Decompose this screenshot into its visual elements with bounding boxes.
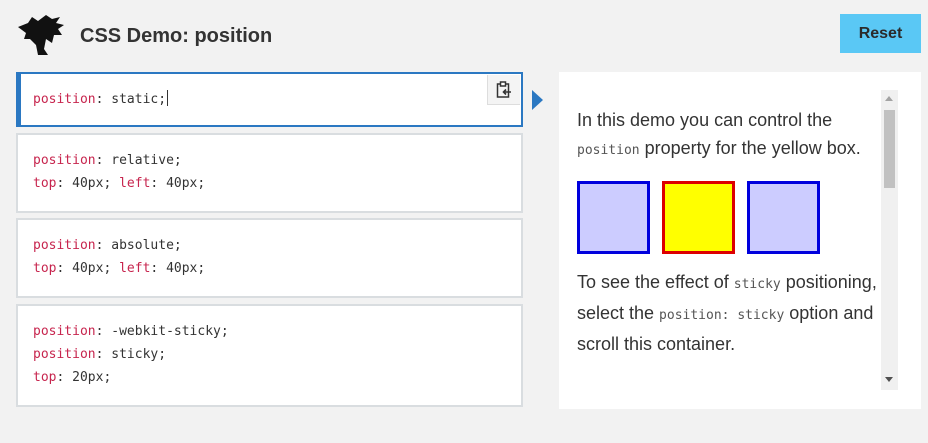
- code-line: position: absolute;: [33, 238, 182, 253]
- code-line: top: 40px; left: 40px;: [33, 261, 206, 276]
- code-line: top: 20px;: [33, 370, 112, 385]
- property-name: position: [33, 92, 96, 107]
- output-content: In this demo you can control the positio…: [577, 106, 877, 358]
- option-relative[interactable]: position: relative; top: 40px; left: 40p…: [16, 133, 523, 213]
- option-absolute[interactable]: position: absolute; top: 40px; left: 40p…: [16, 218, 523, 298]
- property-value: static;: [111, 92, 167, 107]
- selected-arrow-icon: [532, 90, 543, 110]
- clipboard-icon: [496, 80, 511, 98]
- code-line: top: 40px; left: 40px;: [33, 176, 206, 191]
- demo-boxes: [577, 181, 877, 254]
- sticky-paragraph: To see the effect of sticky positioning,…: [577, 272, 877, 354]
- option-static[interactable]: position: static;: [16, 72, 523, 127]
- dinosaur-logo-icon: [18, 15, 64, 55]
- code-line: position: static;: [33, 90, 169, 107]
- demo-box: [577, 181, 650, 254]
- intro-paragraph: In this demo you can control the positio…: [577, 110, 861, 158]
- header: CSS Demo: position Reset: [0, 0, 928, 72]
- text-caret: [167, 90, 169, 106]
- output-scrollbar[interactable]: [881, 90, 898, 390]
- code-line: position: relative;: [33, 153, 182, 168]
- reset-button[interactable]: Reset: [840, 14, 921, 53]
- code-line: position: sticky;: [33, 347, 167, 362]
- scroll-up-arrow-icon[interactable]: [885, 96, 893, 101]
- clipboard-copy-icon[interactable]: [487, 75, 520, 105]
- option-sticky[interactable]: position: -webkit-sticky; position: stic…: [16, 304, 523, 407]
- demo-box: [747, 181, 820, 254]
- yellow-demo-box: [662, 181, 735, 254]
- page-title: CSS Demo: position: [80, 25, 273, 47]
- scroll-down-arrow-icon[interactable]: [885, 377, 893, 382]
- scrollbar-thumb[interactable]: [884, 110, 895, 188]
- code-line: position: -webkit-sticky;: [33, 324, 229, 339]
- output-panel[interactable]: In this demo you can control the positio…: [559, 72, 921, 409]
